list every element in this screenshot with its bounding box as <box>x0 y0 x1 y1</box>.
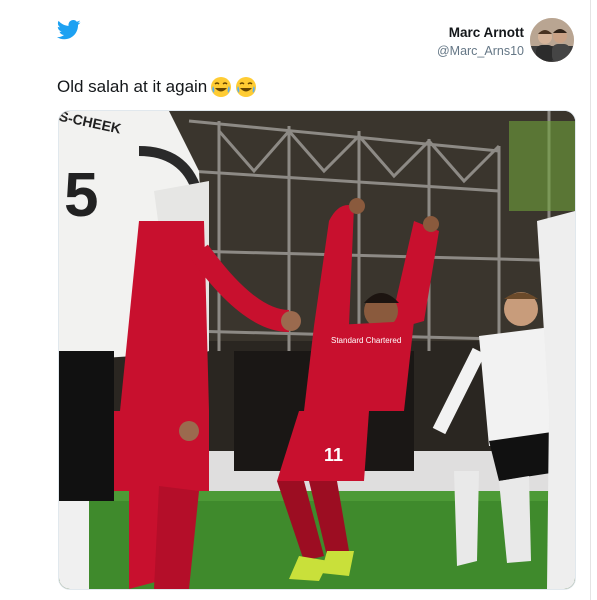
author-block[interactable]: Marc Arnott @Marc_Arns10 <box>437 24 524 60</box>
author-handle[interactable]: @Marc_Arns10 <box>437 42 524 60</box>
laughing-emoji-icon <box>236 77 257 97</box>
frame-border <box>590 0 591 600</box>
laughing-emoji-icon <box>211 77 232 97</box>
jersey-back-number: 5 <box>64 161 98 230</box>
tweet-text: Old salah at it again <box>57 77 208 96</box>
shorts-number: 11 <box>324 445 343 465</box>
author-name[interactable]: Marc Arnott <box>437 24 524 42</box>
tweet-text-row: Old salah at it again <box>57 76 257 98</box>
sponsor-text: Standard Chartered <box>331 336 401 345</box>
twitter-bird-icon[interactable] <box>57 20 81 40</box>
avatar[interactable] <box>530 18 574 62</box>
tweet-photo[interactable]: 5 S-CHEEK Standard Chartered 11 <box>58 110 576 590</box>
